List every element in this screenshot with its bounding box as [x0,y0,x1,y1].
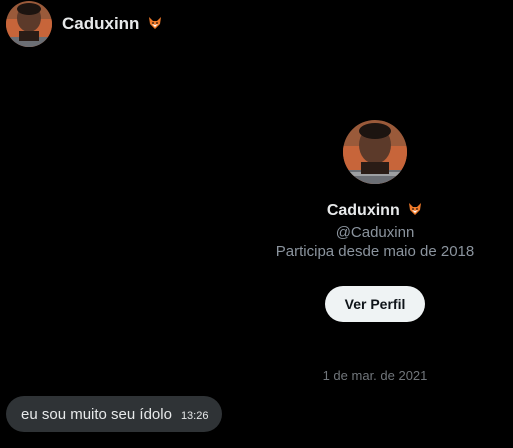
conversation-header[interactable]: Caduxinn [6,0,163,48]
message-bubble[interactable]: eu sou muito seu ídolo 13:26 [6,396,223,432]
profile-join-date: Participa desde maio de 2018 [275,243,475,260]
message-timestamp: 13:26 [180,410,209,422]
user-avatar-image [6,1,52,47]
header-name: Caduxinn [62,14,163,34]
fox-emoji-icon [149,17,162,29]
date-separator: 1 de mar. de 2021 [322,368,428,383]
header-name-text: Caduxinn [62,14,140,33]
view-profile-button[interactable]: Ver Perfil [325,286,425,322]
profile-card: Caduxinn @Caduxinn Participa desde maio … [250,120,500,322]
profile-name-text: Caduxinn [326,202,400,219]
profile-name: Caduxinn [327,201,423,220]
dm-conversation: Caduxinn Caduxinn @Caduxinn Participa de… [0,0,513,448]
profile-avatar[interactable] [343,120,407,184]
profile-handle: @Caduxinn [335,224,415,241]
avatar[interactable] [6,1,52,47]
fox-emoji-icon [409,203,422,215]
user-avatar-image [343,120,407,184]
message-text: eu sou muito seu ídolo [21,405,172,423]
